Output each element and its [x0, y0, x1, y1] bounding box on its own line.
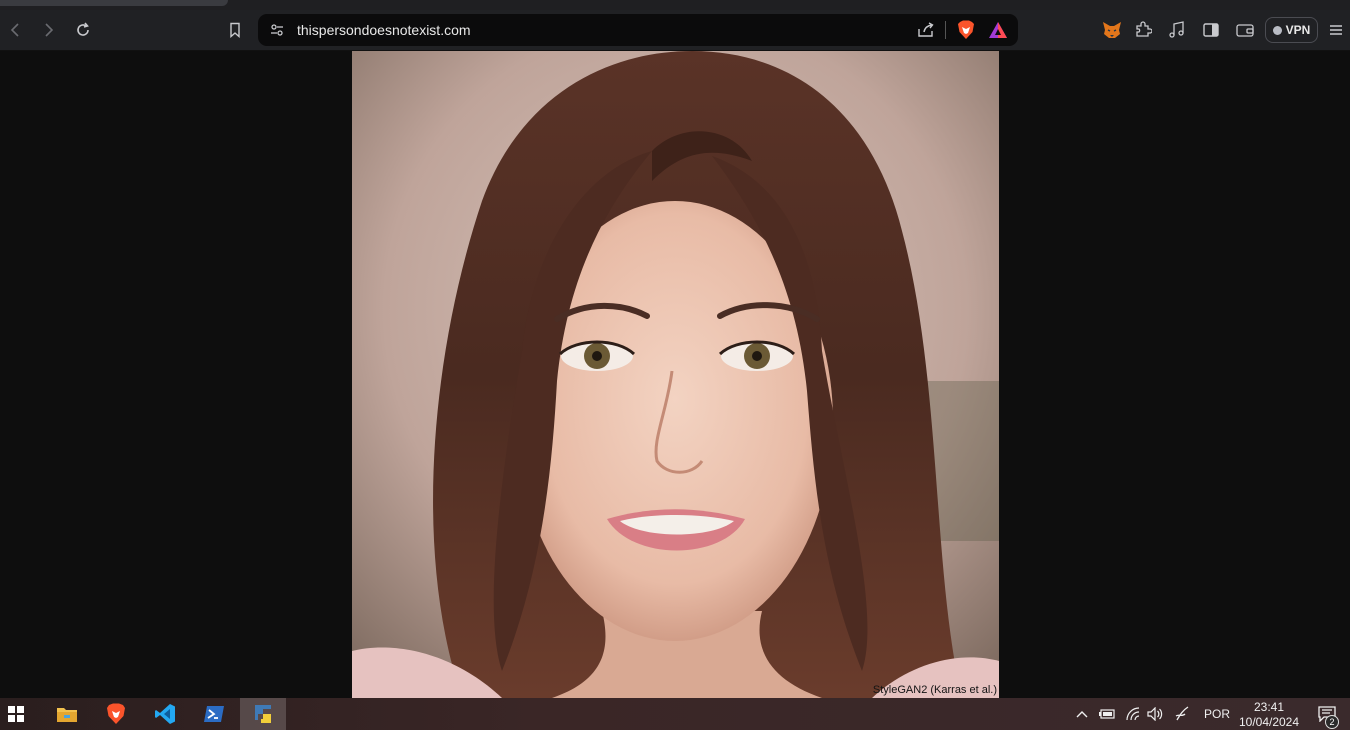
input-language-indicator[interactable]: POR — [1200, 698, 1234, 730]
sidebar-icon[interactable] — [1196, 16, 1226, 44]
page-content: StyleGAN2 (Karras et al.) — [0, 51, 1350, 698]
brave-rewards-triangle-icon[interactable] — [987, 20, 1009, 40]
wifi-icon[interactable] — [1123, 698, 1143, 730]
url-separator — [945, 21, 946, 39]
volume-icon[interactable] — [1145, 698, 1165, 730]
url-text[interactable]: thispersondoesnotexist.com — [297, 22, 471, 38]
show-hidden-icons-chevron-icon[interactable] — [1073, 698, 1091, 730]
wallet-icon[interactable] — [1230, 16, 1260, 44]
battery-icon[interactable] — [1097, 698, 1117, 730]
music-note-icon[interactable] — [1162, 16, 1192, 44]
windows-start-icon[interactable] — [0, 698, 32, 730]
image-credit: StyleGAN2 (Karras et al.) — [872, 684, 997, 696]
screen: thispersondoesnotexist.com VPN StyleGAN2… — [0, 0, 1350, 730]
address-bar[interactable]: thispersondoesnotexist.com — [258, 14, 1018, 46]
language-label: POR — [1203, 707, 1230, 721]
notification-count-badge: 2 — [1325, 715, 1339, 729]
powershell-icon[interactable] — [191, 698, 237, 730]
tab-strip — [0, 0, 1350, 10]
generated-face-image[interactable]: StyleGAN2 (Karras et al.) — [352, 51, 999, 698]
brave-lion-icon[interactable] — [955, 20, 977, 40]
taskbar: POR 23:41 10/04/2024 2 — [0, 698, 1350, 730]
clock-time: 23:41 — [1253, 700, 1285, 714]
fox-icon[interactable] — [1097, 16, 1127, 44]
bookmark-icon[interactable] — [220, 16, 250, 44]
clock-date: 10/04/2024 — [1238, 715, 1300, 729]
forward-arrow-icon[interactable] — [33, 16, 63, 44]
share-icon[interactable] — [915, 20, 937, 40]
hamburger-menu-icon[interactable] — [1321, 16, 1350, 44]
clock[interactable]: 23:41 10/04/2024 — [1236, 700, 1302, 730]
python-app-icon[interactable] — [240, 698, 286, 730]
file-explorer-icon[interactable] — [44, 698, 90, 730]
active-tab[interactable] — [0, 0, 228, 6]
vpn-status-icon — [1272, 25, 1282, 35]
reload-icon[interactable] — [68, 16, 98, 44]
brave-browser-icon[interactable] — [93, 698, 139, 730]
site-settings-icon[interactable] — [266, 20, 288, 40]
pen-workspace-icon[interactable] — [1172, 698, 1194, 730]
back-arrow-icon[interactable] — [1, 16, 31, 44]
vpn-button[interactable]: VPN — [1265, 17, 1318, 43]
vscode-icon[interactable] — [142, 698, 188, 730]
browser-toolbar: thispersondoesnotexist.com VPN — [0, 10, 1350, 51]
vpn-label: VPN — [1285, 23, 1311, 37]
puzzle-icon[interactable] — [1128, 16, 1158, 44]
